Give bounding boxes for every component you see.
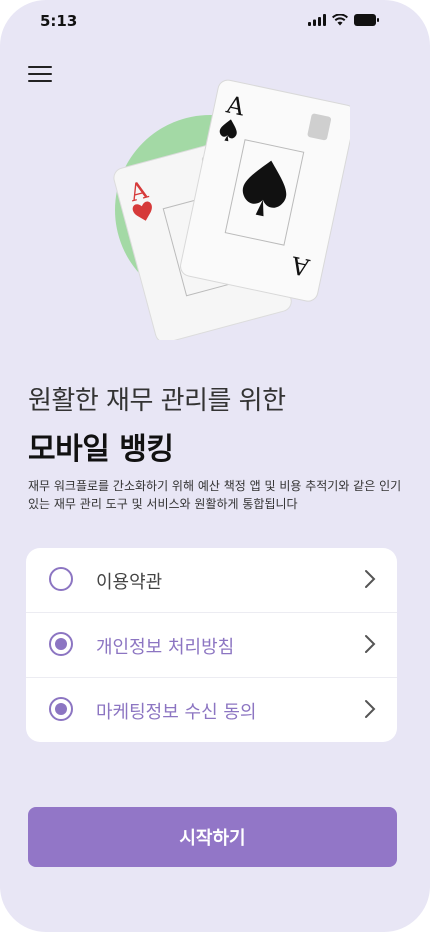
battery-icon [354, 14, 379, 26]
consent-row-terms[interactable]: 이용약관 [26, 548, 397, 613]
terms-radio[interactable] [49, 567, 73, 591]
description: 재무 워크플로를 간소화하기 위해 예산 책정 앱 및 비용 추적기와 같은 인… [28, 479, 402, 511]
status-time: 5:13 [40, 12, 78, 30]
wifi-icon [332, 14, 348, 26]
hero-illustration: A A A [90, 60, 356, 343]
consent-row-marketing[interactable]: 마케팅정보 수신 동의 [26, 678, 397, 742]
status-bar: 5:13 [0, 10, 430, 34]
marketing-radio[interactable] [49, 697, 73, 721]
chevron-right-icon [365, 700, 376, 718]
phone-screen: 5:13 A A A 원활한 재무 관리를 위한 모바일 뱅킹 재무 워크플로를… [0, 0, 430, 932]
start-button[interactable]: 시작하기 [28, 807, 397, 867]
cards-illustration: A A A [113, 79, 356, 343]
signal-icon [308, 14, 326, 26]
privacy-radio[interactable] [49, 632, 73, 656]
consent-row-privacy[interactable]: 개인정보 처리방침 [26, 613, 397, 678]
chevron-right-icon [365, 570, 376, 588]
ace-of-spades-card: A A [180, 79, 356, 302]
chevron-right-icon [365, 635, 376, 653]
terms-label: 이용약관 [96, 572, 163, 593]
menu-icon [28, 66, 52, 68]
marketing-label: 마케팅정보 수신 동의 [96, 702, 257, 723]
headline: 원활한 재무 관리를 위한 [28, 386, 286, 416]
menu-button[interactable] [28, 62, 52, 84]
page-title: 모바일 뱅킹 [28, 432, 174, 467]
status-icons [308, 14, 380, 26]
consent-list: 이용약관 개인정보 처리방침 마케팅정보 수신 동의 [26, 548, 397, 742]
privacy-label: 개인정보 처리방침 [96, 637, 235, 658]
